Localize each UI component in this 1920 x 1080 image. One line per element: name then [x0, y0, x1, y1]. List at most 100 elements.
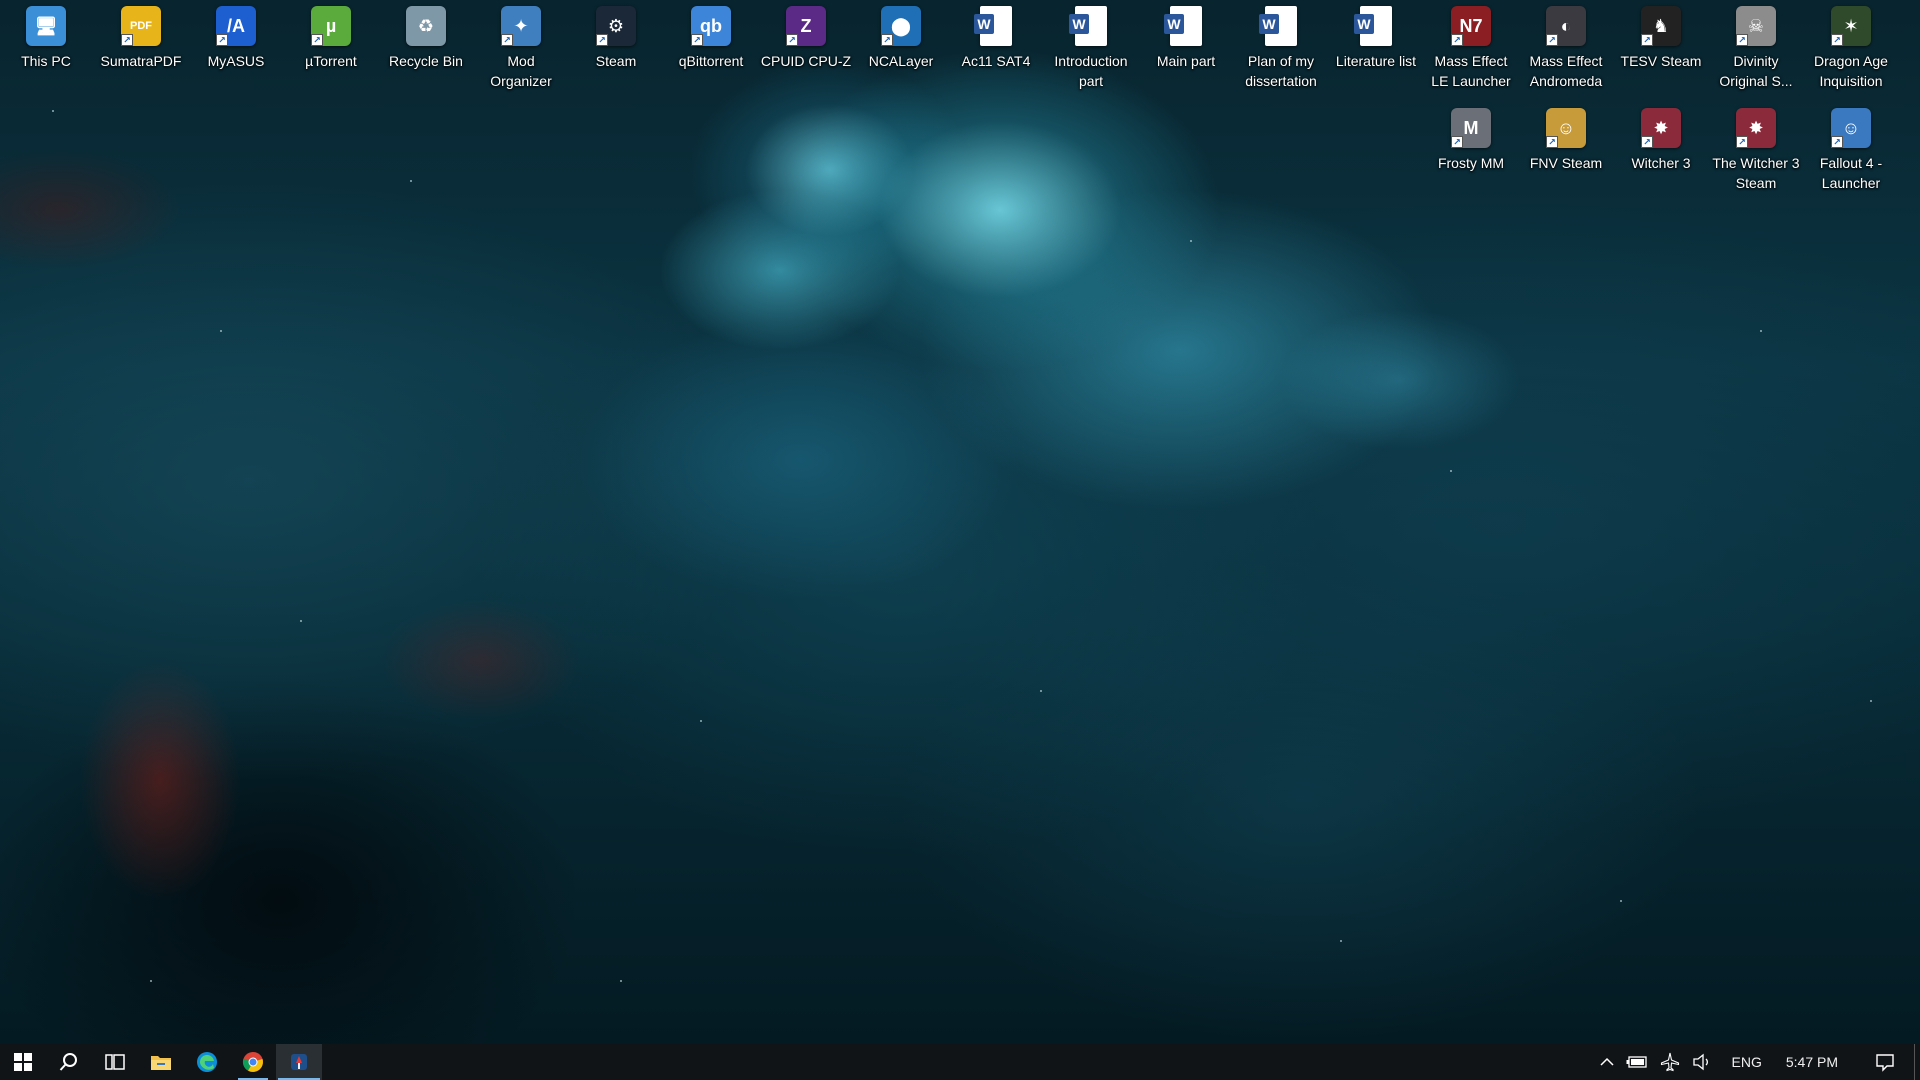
shortcut-arrow-icon: ↗	[1451, 34, 1463, 46]
taskbar: ENG 5:47 PM	[0, 1044, 1920, 1080]
star	[410, 180, 412, 182]
desktop-shortcut-qbittorrent[interactable]: qb ↗ qBittorrent	[665, 0, 757, 96]
desktop-icon-label: Witcher 3	[1631, 155, 1691, 171]
shortcut-arrow-icon: ↗	[1641, 34, 1653, 46]
desktop-shortcut-witcher-3[interactable]: ✸ ↗ Witcher 3	[1615, 102, 1707, 198]
shortcut-arrow-icon: ↗	[501, 34, 513, 46]
search-button[interactable]	[46, 1044, 92, 1080]
shortcut-arrow-icon: ↗	[1831, 136, 1843, 148]
edge-button[interactable]	[184, 1044, 230, 1080]
desktop-shortcut-mod-organizer[interactable]: ✦ ↗ Mod Organizer	[475, 0, 567, 96]
task-view-button[interactable]	[92, 1044, 138, 1080]
airplane-icon	[1660, 1052, 1679, 1072]
desktop-icon-label: Plan of my dissertation	[1245, 53, 1317, 89]
desktop-shortcut-steam[interactable]: ⚙ ↗ Steam	[570, 0, 662, 96]
desktop-shortcut-main-part[interactable]: W Main part	[1140, 0, 1232, 96]
desktop-shortcut--torrent[interactable]: µ ↗ µTorrent	[285, 0, 377, 96]
desktop-shortcut-plan-of-my-dissertation[interactable]: W Plan of my dissertation	[1235, 0, 1327, 96]
star	[620, 980, 622, 982]
star	[700, 720, 702, 722]
desktop-icon-label: qBittorrent	[678, 53, 744, 69]
desktop-shortcut-mass-effect-andromeda[interactable]: ◐ ↗ Mass Effect Andromeda	[1520, 0, 1612, 96]
chrome-icon	[242, 1052, 263, 1072]
show-desktop-button[interactable]	[1914, 1044, 1920, 1080]
star	[150, 980, 152, 982]
battery-icon	[1626, 1056, 1647, 1068]
desktop-shortcut-sumatrapdf[interactable]: PDF ↗ SumatraPDF	[95, 0, 187, 96]
file-explorer-icon	[151, 1056, 171, 1070]
star	[1040, 690, 1042, 692]
shortcut-arrow-icon: ↗	[1831, 34, 1843, 46]
shortcut-arrow-icon: ↗	[881, 34, 893, 46]
cpuid-cpuz-icon: Z ↗	[786, 6, 826, 46]
star	[1760, 330, 1762, 332]
desktop-shortcut-the-witcher-3-steam[interactable]: ✸ ↗ The Witcher 3 Steam	[1710, 102, 1802, 198]
shortcut-arrow-icon: ↗	[1451, 136, 1463, 148]
file-explorer-button[interactable]	[138, 1044, 184, 1080]
notification-icon	[1876, 1054, 1894, 1072]
desktop-icon-label: Literature list	[1335, 53, 1417, 69]
shortcut-arrow-icon: ↗	[121, 34, 133, 46]
clock[interactable]: 5:47 PM	[1776, 1044, 1856, 1080]
desktop-shortcut-introduction-part[interactable]: W Introduction part	[1045, 0, 1137, 96]
desktop-icon-label: Recycle Bin	[389, 53, 463, 69]
desktop-icon-label: Introduction part	[1054, 53, 1128, 89]
shortcut-arrow-icon: ↗	[691, 34, 703, 46]
desktop-icon-label: Mass Effect Andromeda	[1529, 53, 1603, 89]
desktop-shortcut-ac11-sat4[interactable]: W Ac11 SAT4	[950, 0, 1042, 96]
star	[1450, 470, 1452, 472]
desktop-shortcut-frosty-mm[interactable]: M ↗ Frosty MM	[1425, 102, 1517, 198]
word-doc-icon: W	[974, 6, 1012, 46]
utorrent-icon: µ ↗	[311, 6, 351, 46]
desktop-icon-label: Mass Effect LE Launcher	[1431, 53, 1511, 89]
desktop-shortcut-fnv-steam[interactable]: ☺ ↗ FNV Steam	[1520, 102, 1612, 198]
windows-start-button[interactable]	[0, 1044, 46, 1080]
running-app-button[interactable]	[276, 1044, 322, 1080]
witcher-3-icon: ✸ ↗	[1641, 108, 1681, 148]
desktop-shortcut-fallout-4-launcher[interactable]: ☺ ↗ Fallout 4 - Launcher	[1805, 102, 1897, 198]
tesv-icon: ♞ ↗	[1641, 6, 1681, 46]
ncalayer-icon: ⬤ ↗	[881, 6, 921, 46]
desktop-shortcut-divinity-original-s[interactable]: ☠ ↗ Divinity Original S...	[1710, 0, 1802, 96]
show-hidden-icons-button[interactable]	[1594, 1044, 1620, 1080]
desktop-shortcut-mass-effect-le-launcher[interactable]: N7 ↗ Mass Effect LE Launcher	[1425, 0, 1517, 96]
mass-effect-andromeda-icon: ◐ ↗	[1546, 6, 1586, 46]
desktop-icon-label: Main part	[1156, 53, 1216, 69]
desktop-shortcut-dragon-age-inquisition[interactable]: ✶ ↗ Dragon Age Inquisition	[1805, 0, 1897, 96]
myasus-icon: /A ↗	[216, 6, 256, 46]
speaker-icon	[1692, 1053, 1708, 1071]
running-app-icon	[291, 1054, 307, 1070]
fnv-icon: ☺ ↗	[1546, 108, 1586, 148]
volume-button[interactable]	[1686, 1044, 1718, 1080]
recycle-bin-icon: ♻	[406, 6, 446, 46]
desktop-shortcut-this-pc[interactable]: 🖥 This PC	[0, 0, 92, 96]
desktop-icon-label: NCALayer	[868, 53, 934, 69]
desktop-shortcut-myasus[interactable]: /A ↗ MyASUS	[190, 0, 282, 96]
desktop-icon-label: Divinity Original S...	[1719, 53, 1793, 89]
chrome-button[interactable]	[230, 1044, 276, 1080]
star	[1190, 240, 1192, 242]
dragon-age-icon: ✶ ↗	[1831, 6, 1871, 46]
desktop-shortcut-ncalayer[interactable]: ⬤ ↗ NCALayer	[855, 0, 947, 96]
desktop-icon-label: TESV Steam	[1620, 53, 1702, 69]
desktop-icon-label: FNV Steam	[1529, 155, 1603, 171]
edge-icon	[197, 1052, 217, 1072]
frosty-mm-icon: M ↗	[1451, 108, 1491, 148]
battery-button[interactable]	[1620, 1044, 1654, 1080]
input-language-indicator[interactable]: ENG	[1718, 1044, 1776, 1080]
system-tray: ENG 5:47 PM	[1594, 1044, 1920, 1080]
desktop-icon-label: Mod Organizer	[490, 53, 552, 89]
desktop-shortcut-tesv-steam[interactable]: ♞ ↗ TESV Steam	[1615, 0, 1707, 96]
desktop-shortcut-literature-list[interactable]: W Literature list	[1330, 0, 1422, 96]
shortcut-arrow-icon: ↗	[1641, 136, 1653, 148]
desktop-shortcut-cpuid-cpu-z[interactable]: Z ↗ CPUID CPU-Z	[760, 0, 852, 96]
star	[52, 110, 54, 112]
airplane-mode-button[interactable]	[1654, 1044, 1686, 1080]
desktop-icon-label: SumatraPDF	[100, 53, 182, 69]
desktop-icon-label: MyASUS	[207, 53, 265, 69]
desktop-icon-label: Ac11 SAT4	[961, 53, 1031, 69]
desktop-shortcut-recycle-bin[interactable]: ♻ Recycle Bin	[380, 0, 472, 96]
desktop-icon-label: µTorrent	[305, 53, 357, 69]
desktop-icon-label: Steam	[595, 53, 637, 69]
action-center-button[interactable]	[1856, 1044, 1914, 1080]
